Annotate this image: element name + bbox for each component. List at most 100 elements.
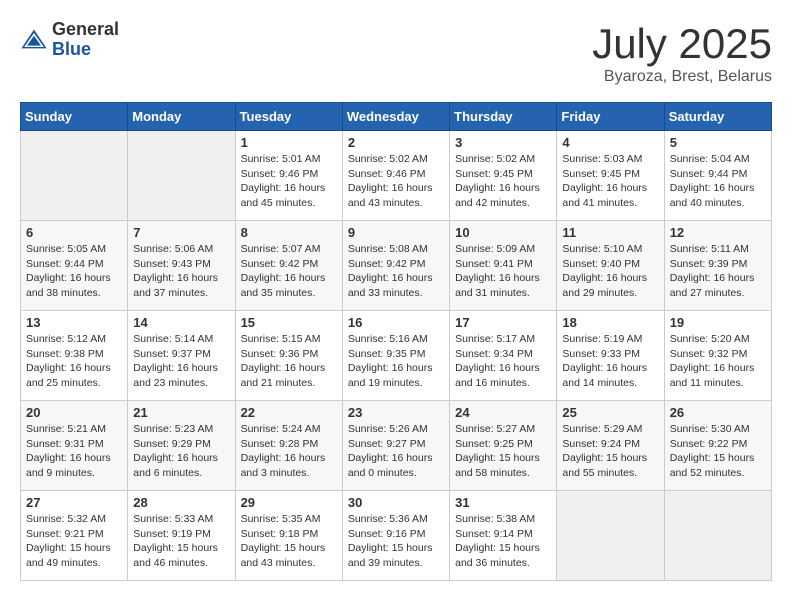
day-info: Sunrise: 5:16 AM Sunset: 9:35 PM Dayligh… <box>348 332 444 391</box>
day-info: Sunrise: 5:09 AM Sunset: 9:41 PM Dayligh… <box>455 242 551 301</box>
logo: General Blue <box>20 20 119 60</box>
page-header: General Blue July 2025 Byaroza, Brest, B… <box>20 20 772 86</box>
day-number: 24 <box>455 405 551 420</box>
calendar-day-cell: 1Sunrise: 5:01 AM Sunset: 9:46 PM Daylig… <box>235 131 342 221</box>
day-of-week-header: Saturday <box>664 103 771 131</box>
location-subtitle: Byaroza, Brest, Belarus <box>592 68 772 86</box>
day-info: Sunrise: 5:15 AM Sunset: 9:36 PM Dayligh… <box>241 332 337 391</box>
day-number: 23 <box>348 405 444 420</box>
day-info: Sunrise: 5:06 AM Sunset: 9:43 PM Dayligh… <box>133 242 229 301</box>
day-of-week-header: Sunday <box>21 103 128 131</box>
day-number: 7 <box>133 225 229 240</box>
day-number: 6 <box>26 225 122 240</box>
calendar-day-cell <box>21 131 128 221</box>
day-number: 21 <box>133 405 229 420</box>
day-number: 3 <box>455 135 551 150</box>
day-number: 9 <box>348 225 444 240</box>
calendar-day-cell: 11Sunrise: 5:10 AM Sunset: 9:40 PM Dayli… <box>557 221 664 311</box>
calendar-week-row: 1Sunrise: 5:01 AM Sunset: 9:46 PM Daylig… <box>21 131 772 221</box>
calendar-day-cell: 27Sunrise: 5:32 AM Sunset: 9:21 PM Dayli… <box>21 491 128 581</box>
calendar-week-row: 27Sunrise: 5:32 AM Sunset: 9:21 PM Dayli… <box>21 491 772 581</box>
day-number: 13 <box>26 315 122 330</box>
calendar-day-cell: 14 Sunrise: 5:14 AM Sunset: 9:37 PM Dayli… <box>128 311 235 401</box>
day-number: 27 <box>26 495 122 510</box>
day-number: 4 <box>562 135 658 150</box>
day-number: 30 <box>348 495 444 510</box>
day-number: 17 <box>455 315 551 330</box>
calendar-day-cell <box>664 491 771 581</box>
calendar-day-cell: 15 Sunrise: 5:15 AM Sunset: 9:36 PM Dayli… <box>235 311 342 401</box>
day-info: Sunrise: 5:02 AM Sunset: 9:46 PM Dayligh… <box>348 152 444 211</box>
calendar-day-cell <box>128 131 235 221</box>
logo-blue-text: Blue <box>52 40 119 60</box>
calendar-day-cell: 3 Sunrise: 5:02 AM Sunset: 9:45 PM Daylig… <box>450 131 557 221</box>
day-info: Sunrise: 5:14 AM Sunset: 9:37 PM Dayligh… <box>133 332 229 391</box>
title-block: July 2025 Byaroza, Brest, Belarus <box>592 20 772 86</box>
logo-text: General Blue <box>52 20 119 60</box>
day-info: Sunrise: 5:19 AM Sunset: 9:33 PM Dayligh… <box>562 332 658 391</box>
day-of-week-header: Tuesday <box>235 103 342 131</box>
day-info: Sunrise: 5:07 AM Sunset: 9:42 PM Dayligh… <box>241 242 337 301</box>
day-info: Sunrise: 5:26 AM Sunset: 9:27 PM Dayligh… <box>348 422 444 481</box>
calendar-day-cell: 23 Sunrise: 5:26 AM Sunset: 9:27 PM Dayli… <box>342 401 449 491</box>
day-info: Sunrise: 5:36 AM Sunset: 9:16 PM Dayligh… <box>348 512 444 571</box>
calendar-day-cell: 7 Sunrise: 5:06 AM Sunset: 9:43 PM Daylig… <box>128 221 235 311</box>
calendar-day-cell: 17 Sunrise: 5:17 AM Sunset: 9:34 PM Dayli… <box>450 311 557 401</box>
calendar-day-cell: 22 Sunrise: 5:24 AM Sunset: 9:28 PM Dayli… <box>235 401 342 491</box>
day-number: 14 <box>133 315 229 330</box>
calendar-day-cell: 20Sunrise: 5:21 AM Sunset: 9:31 PM Dayli… <box>21 401 128 491</box>
day-number: 25 <box>562 405 658 420</box>
day-number: 19 <box>670 315 766 330</box>
day-info: Sunrise: 5:08 AM Sunset: 9:42 PM Dayligh… <box>348 242 444 301</box>
day-info: Sunrise: 5:11 AM Sunset: 9:39 PM Dayligh… <box>670 242 766 301</box>
calendar-table: SundayMondayTuesdayWednesdayThursdayFrid… <box>20 102 772 581</box>
day-info: Sunrise: 5:33 AM Sunset: 9:19 PM Dayligh… <box>133 512 229 571</box>
day-number: 2 <box>348 135 444 150</box>
calendar-day-cell: 8 Sunrise: 5:07 AM Sunset: 9:42 PM Daylig… <box>235 221 342 311</box>
calendar-day-cell: 18Sunrise: 5:19 AM Sunset: 9:33 PM Dayli… <box>557 311 664 401</box>
calendar-day-cell: 16Sunrise: 5:16 AM Sunset: 9:35 PM Dayli… <box>342 311 449 401</box>
calendar-day-cell: 21 Sunrise: 5:23 AM Sunset: 9:29 PM Dayli… <box>128 401 235 491</box>
calendar-day-cell: 29Sunrise: 5:35 AM Sunset: 9:18 PM Dayli… <box>235 491 342 581</box>
day-number: 29 <box>241 495 337 510</box>
calendar-day-cell <box>557 491 664 581</box>
day-number: 22 <box>241 405 337 420</box>
month-title: July 2025 <box>592 20 772 68</box>
day-info: Sunrise: 5:12 AM Sunset: 9:38 PM Dayligh… <box>26 332 122 391</box>
day-number: 26 <box>670 405 766 420</box>
day-of-week-header: Wednesday <box>342 103 449 131</box>
day-info: Sunrise: 5:30 AM Sunset: 9:22 PM Dayligh… <box>670 422 766 481</box>
day-of-week-header: Friday <box>557 103 664 131</box>
calendar-week-row: 13 Sunrise: 5:12 AM Sunset: 9:38 PM Dayli… <box>21 311 772 401</box>
day-number: 15 <box>241 315 337 330</box>
logo-general-text: General <box>52 20 119 40</box>
day-number: 28 <box>133 495 229 510</box>
calendar-day-cell: 10Sunrise: 5:09 AM Sunset: 9:41 PM Dayli… <box>450 221 557 311</box>
calendar-day-cell: 25Sunrise: 5:29 AM Sunset: 9:24 PM Dayli… <box>557 401 664 491</box>
calendar-day-cell: 12 Sunrise: 5:11 AM Sunset: 9:39 PM Dayli… <box>664 221 771 311</box>
day-info: Sunrise: 5:38 AM Sunset: 9:14 PM Dayligh… <box>455 512 551 571</box>
day-number: 5 <box>670 135 766 150</box>
calendar-day-cell: 26 Sunrise: 5:30 AM Sunset: 9:22 PM Dayli… <box>664 401 771 491</box>
day-number: 31 <box>455 495 551 510</box>
day-info: Sunrise: 5:02 AM Sunset: 9:45 PM Dayligh… <box>455 152 551 211</box>
day-info: Sunrise: 5:17 AM Sunset: 9:34 PM Dayligh… <box>455 332 551 391</box>
day-info: Sunrise: 5:20 AM Sunset: 9:32 PM Dayligh… <box>670 332 766 391</box>
calendar-day-cell: 6Sunrise: 5:05 AM Sunset: 9:44 PM Daylig… <box>21 221 128 311</box>
day-number: 8 <box>241 225 337 240</box>
calendar-week-row: 20Sunrise: 5:21 AM Sunset: 9:31 PM Dayli… <box>21 401 772 491</box>
day-info: Sunrise: 5:24 AM Sunset: 9:28 PM Dayligh… <box>241 422 337 481</box>
calendar-day-cell: 9 Sunrise: 5:08 AM Sunset: 9:42 PM Daylig… <box>342 221 449 311</box>
day-info: Sunrise: 5:04 AM Sunset: 9:44 PM Dayligh… <box>670 152 766 211</box>
day-number: 11 <box>562 225 658 240</box>
day-info: Sunrise: 5:21 AM Sunset: 9:31 PM Dayligh… <box>26 422 122 481</box>
day-info: Sunrise: 5:23 AM Sunset: 9:29 PM Dayligh… <box>133 422 229 481</box>
day-number: 12 <box>670 225 766 240</box>
calendar-day-cell: 5 Sunrise: 5:04 AM Sunset: 9:44 PM Daylig… <box>664 131 771 221</box>
logo-icon <box>20 26 48 54</box>
day-number: 1 <box>241 135 337 150</box>
calendar-day-cell: 4Sunrise: 5:03 AM Sunset: 9:45 PM Daylig… <box>557 131 664 221</box>
calendar-header-row: SundayMondayTuesdayWednesdayThursdayFrid… <box>21 103 772 131</box>
calendar-day-cell: 13 Sunrise: 5:12 AM Sunset: 9:38 PM Dayli… <box>21 311 128 401</box>
calendar-day-cell: 30 Sunrise: 5:36 AM Sunset: 9:16 PM Dayli… <box>342 491 449 581</box>
